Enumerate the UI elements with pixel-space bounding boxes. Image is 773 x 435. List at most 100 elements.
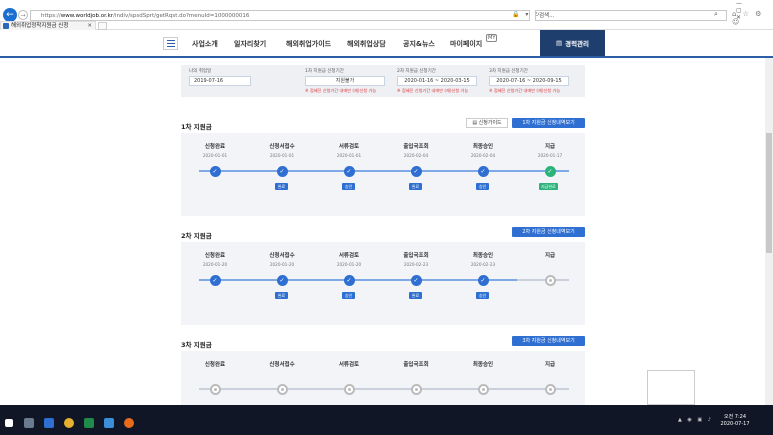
application-period-info: 나의 취업일 2019-07-16 1차 지원금 신청기간 지원불가 ※ 접혜진… bbox=[181, 65, 585, 97]
period-3-box: 3차 지원금 신청기간 2020-07-16 ~ 2020-09-15 ※ 접혜… bbox=[489, 68, 569, 95]
internet-explorer-icon[interactable] bbox=[104, 418, 114, 428]
step-date: 2020-02-04 bbox=[403, 153, 429, 158]
check-icon: ✓ bbox=[209, 274, 221, 286]
forward-arrow-icon[interactable]: → bbox=[18, 10, 28, 20]
menu-notice[interactable]: 공지&뉴스 bbox=[403, 39, 435, 49]
step-label: 서류검토 bbox=[338, 144, 360, 150]
windows-start-icon[interactable] bbox=[5, 419, 13, 427]
check-icon: ✓ bbox=[410, 165, 422, 177]
mail-icon[interactable] bbox=[44, 418, 54, 428]
entry-date-value: 2019-07-16 bbox=[189, 76, 251, 86]
clock-time: 오전 7:24 bbox=[723, 414, 747, 420]
main-content: 나의 취업일 2019-07-16 1차 지원금 신청기간 지원불가 ※ 접혜진… bbox=[0, 58, 773, 405]
step-label: 신청서접수 bbox=[269, 253, 295, 259]
period-3-note: ※ 접혜진 신청기간 내에만 (재)신청 가능 bbox=[489, 88, 561, 93]
address-bar[interactable]: https://www.worldjob.or.kr/indiv/spsdSpr… bbox=[30, 10, 530, 21]
section-1-detail-button[interactable]: 1차 지원금 신청내역보기 bbox=[512, 118, 585, 128]
section-1-title: 1차 지원금 bbox=[181, 123, 212, 131]
new-tab-button[interactable] bbox=[98, 22, 107, 30]
pending-step-icon bbox=[544, 383, 556, 395]
step-status-badge[interactable]: 승인 bbox=[476, 183, 489, 190]
site-nav: 사업소개 일자리찾기 해외취업가이드 해외취업상담 공지&뉴스 마이페이지 MY bbox=[0, 30, 773, 58]
window-controls[interactable]: — ▢ ✕ bbox=[736, 0, 773, 21]
entry-date-label: 나의 취업일 bbox=[189, 69, 212, 74]
url-prefix: https:// bbox=[41, 13, 61, 19]
url-path: /indiv/spsdSprt/getRqst.do?menuId=100000… bbox=[113, 13, 250, 19]
pending-step-icon bbox=[276, 383, 288, 395]
pending-step-icon bbox=[544, 274, 556, 286]
step-status-badge[interactable]: 완료 bbox=[275, 292, 288, 299]
search-icon[interactable]: ⌕ bbox=[714, 10, 718, 19]
floating-widget[interactable] bbox=[647, 370, 695, 405]
step-label: 신청완료 bbox=[204, 362, 226, 368]
step-status-badge[interactable]: 완료 bbox=[275, 183, 288, 190]
browser-chrome: ← → https://www.worldjob.or.kr/indiv/sps… bbox=[0, 0, 773, 30]
step-label: 최종승인 bbox=[472, 253, 494, 259]
browser-tab[interactable]: 해외취업정착지원금 신청 ✕ bbox=[0, 21, 96, 30]
step-date: 2020-01-20 bbox=[269, 262, 295, 267]
step-status-badge[interactable]: 지급완료 bbox=[539, 183, 558, 190]
step-date: 2020-01-17 bbox=[537, 153, 563, 158]
period-1-note: ※ 접혜진 신청기간 내에만 (재)신청 가능 bbox=[305, 88, 377, 93]
step-date: 2020-01-01 bbox=[269, 153, 295, 158]
chrome-icon[interactable] bbox=[64, 418, 74, 428]
system-tray-icons[interactable]: ▲ ◉ ▣ ♪ bbox=[678, 417, 713, 423]
step-label: 신청완료 bbox=[204, 253, 226, 259]
step-label: 신청완료 bbox=[204, 144, 226, 150]
step-label: 최종승인 bbox=[472, 362, 494, 368]
period-1-value: 지원불가 bbox=[305, 76, 385, 86]
progress-fill bbox=[199, 279, 517, 281]
period-2-box: 2차 지원금 신청기간 2020-01-16 ~ 2020-03-15 ※ 접혜… bbox=[397, 68, 477, 95]
app-icon[interactable] bbox=[124, 418, 134, 428]
menu-jobs[interactable]: 일자리찾기 bbox=[234, 39, 266, 49]
url-domain: www.worldjob.or.kr bbox=[60, 13, 114, 19]
menu-about[interactable]: 사업소개 bbox=[192, 39, 218, 49]
entry-date-box: 나의 취업일 2019-07-16 bbox=[189, 68, 251, 95]
check-icon: ✓ bbox=[343, 165, 355, 177]
hamburger-menu-icon[interactable] bbox=[163, 37, 178, 50]
check-icon: ✓ bbox=[410, 274, 422, 286]
check-icon: ✓ bbox=[477, 274, 489, 286]
step-status-badge[interactable]: 승인 bbox=[342, 183, 355, 190]
career-button-label: 경력관리 bbox=[565, 40, 590, 48]
scrollbar-thumb[interactable] bbox=[766, 133, 772, 253]
period-2-note: ※ 접혜진 신청기간 내에만 (재)신청 가능 bbox=[397, 88, 469, 93]
close-tab-icon[interactable]: ✕ bbox=[87, 22, 92, 30]
step-label: 지급 bbox=[544, 144, 556, 150]
menu-consult[interactable]: 해외취업상담 bbox=[347, 39, 386, 49]
step-date: 2020-01-01 bbox=[336, 153, 362, 158]
explorer-icon[interactable] bbox=[24, 418, 34, 428]
pending-step-icon bbox=[477, 383, 489, 395]
back-arrow-icon[interactable]: ← bbox=[3, 8, 17, 22]
period-3-label: 3차 지원금 신청기간 bbox=[489, 69, 528, 74]
mypage-badge: MY bbox=[486, 34, 498, 42]
taskbar-clock[interactable]: 오전 7:24 2020-07-17 bbox=[716, 414, 754, 428]
menu-mypage[interactable]: 마이페이지 bbox=[450, 39, 482, 49]
section-2-detail-button[interactable]: 2차 지원금 신청내역보기 bbox=[512, 227, 585, 237]
menu-guide[interactable]: 해외취업가이드 bbox=[286, 39, 331, 49]
step-status-badge[interactable]: 완료 bbox=[409, 183, 422, 190]
book-icon: ▤ bbox=[555, 39, 563, 47]
step-label: 신청서접수 bbox=[269, 144, 295, 150]
step-label: 지급 bbox=[544, 362, 556, 368]
tab-title: 해외취업정착지원금 신청 bbox=[11, 23, 69, 29]
excel-icon[interactable] bbox=[84, 418, 94, 428]
check-icon: ✓ bbox=[209, 165, 221, 177]
step-date: 2020-02-23 bbox=[403, 262, 429, 267]
period-2-label: 2차 지원금 신청기간 bbox=[397, 69, 436, 74]
career-management-button[interactable]: ▤ 경력관리 bbox=[540, 30, 605, 56]
step-label: 출입국조회 bbox=[403, 362, 429, 368]
section-3-detail-button[interactable]: 3차 지원금 신청내역보기 bbox=[512, 336, 585, 346]
search-input[interactable]: 검색... bbox=[535, 10, 727, 21]
step-status-badge[interactable]: 승인 bbox=[342, 292, 355, 299]
progress-track bbox=[199, 388, 569, 390]
section-2-progress: 신청완료 2020-01-20 ✓ 신청서접수 2020-01-20 ✓ 완료 서류검토 202… bbox=[181, 242, 585, 325]
step-date: 2020-01-01 bbox=[202, 153, 228, 158]
check-icon: ✓ bbox=[276, 165, 288, 177]
step-status-badge[interactable]: 승인 bbox=[476, 292, 489, 299]
step-label: 출입국조회 bbox=[403, 144, 429, 150]
step-label: 지급 bbox=[544, 253, 556, 259]
taskbar bbox=[0, 405, 773, 435]
step-status-badge[interactable]: 완료 bbox=[409, 292, 422, 299]
application-guide-button[interactable]: ▤ 신청가이드 bbox=[466, 118, 508, 128]
